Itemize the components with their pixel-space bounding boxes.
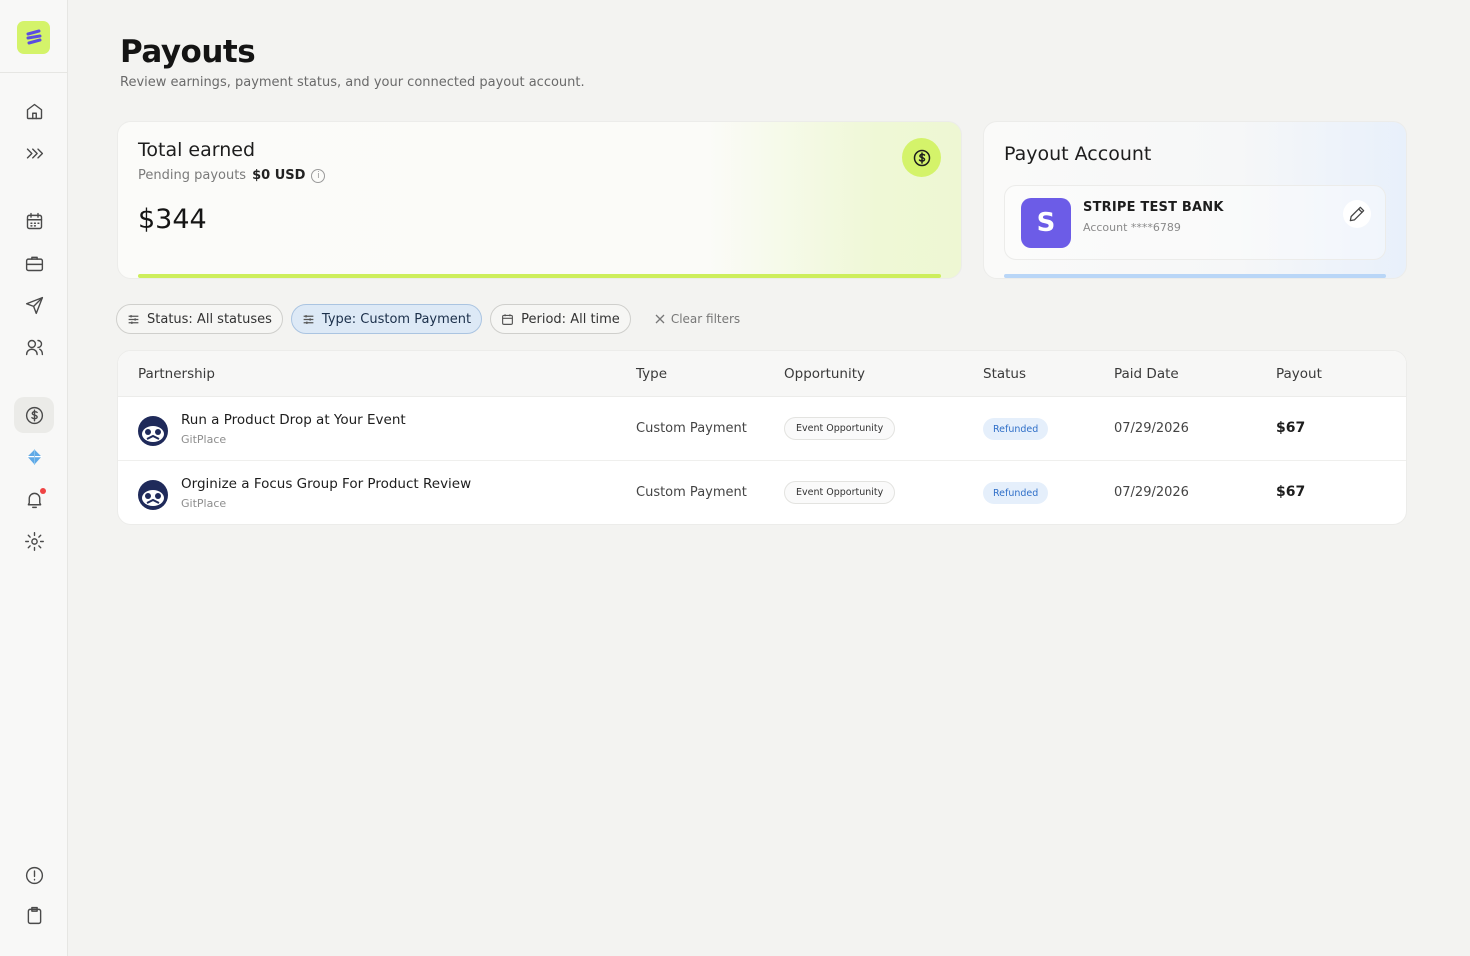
- period-filter-label: Period: All time: [521, 311, 620, 327]
- sidebar: [0, 0, 68, 956]
- status-filter[interactable]: Status: All statuses: [116, 304, 283, 334]
- calendar-icon: [502, 313, 514, 325]
- col-payout[interactable]: Payout: [1276, 366, 1322, 382]
- clear-filters-button[interactable]: Clear filters: [655, 312, 740, 326]
- send-icon[interactable]: [14, 287, 54, 323]
- app-logo[interactable]: [17, 21, 50, 54]
- earned-progress-bar: [138, 274, 941, 278]
- type-cell: Custom Payment: [636, 421, 747, 436]
- col-paid-date[interactable]: Paid Date: [1114, 366, 1179, 382]
- pending-payouts: Pending payouts $0 USD i: [138, 168, 326, 183]
- dollar-badge-icon: [902, 138, 941, 177]
- total-earned-card: Total earned Pending payouts $0 USD i $3…: [117, 121, 962, 279]
- opportunity-pill: Event Opportunity: [784, 481, 896, 504]
- pencil-icon: [1349, 206, 1365, 222]
- info-icon[interactable]: i: [311, 168, 326, 183]
- deals-icon[interactable]: [14, 135, 54, 171]
- users-icon[interactable]: [14, 329, 54, 365]
- col-status[interactable]: Status: [983, 366, 1026, 382]
- partner-logo-icon: [138, 480, 168, 510]
- gear-icon[interactable]: [14, 523, 54, 559]
- close-icon: [655, 314, 665, 324]
- home-icon[interactable]: [14, 93, 54, 129]
- sidebar-divider: [0, 72, 67, 73]
- status-filter-label: Status: All statuses: [147, 311, 272, 327]
- col-type[interactable]: Type: [636, 366, 667, 382]
- sliders-icon: [128, 314, 139, 324]
- clear-filters-label: Clear filters: [670, 312, 741, 326]
- table-row[interactable]: Orginize a Focus Group For Product Revie…: [118, 461, 1406, 524]
- bank-name: STRIPE TEST BANK: [1083, 200, 1224, 215]
- period-filter[interactable]: Period: All time: [490, 304, 631, 334]
- partnership-org: GitPlace: [181, 497, 227, 510]
- type-filter[interactable]: Type: Custom Payment: [290, 304, 483, 334]
- type-cell: Custom Payment: [636, 485, 747, 500]
- col-partnership[interactable]: Partnership: [138, 366, 215, 382]
- paid-date-cell: 07/29/2026: [1114, 421, 1189, 436]
- account-bar: [1004, 274, 1386, 278]
- page-subtitle: Review earnings, payment status, and you…: [120, 75, 585, 90]
- partnership-title[interactable]: Orginize a Focus Group For Product Revie…: [181, 476, 471, 492]
- earned-title: Total earned: [138, 139, 256, 161]
- bank-account-box: S STRIPE TEST BANK Account ****6789: [1004, 185, 1386, 260]
- clipboard-icon[interactable]: [14, 897, 54, 933]
- type-filter-label: Type: Custom Payment: [321, 311, 472, 327]
- payouts-table: Partnership Type Opportunity Status Paid…: [117, 350, 1407, 525]
- pending-label: Pending payouts: [138, 168, 247, 183]
- sliders-icon: [303, 314, 314, 324]
- diamond-icon[interactable]: [14, 439, 54, 475]
- page-title: Payouts: [120, 34, 256, 70]
- status-badge: Refunded: [983, 482, 1049, 504]
- table-header: Partnership Type Opportunity Status Paid…: [118, 351, 1406, 397]
- status-badge: Refunded: [983, 418, 1049, 440]
- briefcase-icon[interactable]: [14, 245, 54, 281]
- edit-account-button[interactable]: [1343, 200, 1371, 228]
- filter-bar: Status: All statuses Type: Custom Paymen…: [116, 304, 740, 334]
- calendar-icon[interactable]: [14, 203, 54, 239]
- total-earned-amount: $344: [138, 204, 207, 235]
- account-title: Payout Account: [1004, 143, 1152, 165]
- pending-amount: $0 USD: [252, 168, 306, 183]
- payout-cell: $67: [1276, 484, 1306, 500]
- bank-account-number: Account ****6789: [1083, 221, 1181, 234]
- alert-icon[interactable]: [14, 857, 54, 893]
- bell-icon[interactable]: [14, 481, 54, 517]
- col-opportunity[interactable]: Opportunity: [784, 366, 865, 382]
- payout-account-card: Payout Account S STRIPE TEST BANK Accoun…: [983, 121, 1407, 279]
- notification-badge: [40, 488, 46, 494]
- opportunity-pill: Event Opportunity: [784, 417, 896, 440]
- bank-avatar: S: [1021, 198, 1071, 248]
- table-row[interactable]: Run a Product Drop at Your Event GitPlac…: [118, 397, 1406, 461]
- partnership-org: GitPlace: [181, 433, 227, 446]
- paid-date-cell: 07/29/2026: [1114, 485, 1189, 500]
- payout-cell: $67: [1276, 420, 1306, 436]
- dollar-icon[interactable]: [14, 397, 54, 433]
- partner-logo-icon: [138, 416, 168, 446]
- partnership-title[interactable]: Run a Product Drop at Your Event: [181, 412, 406, 428]
